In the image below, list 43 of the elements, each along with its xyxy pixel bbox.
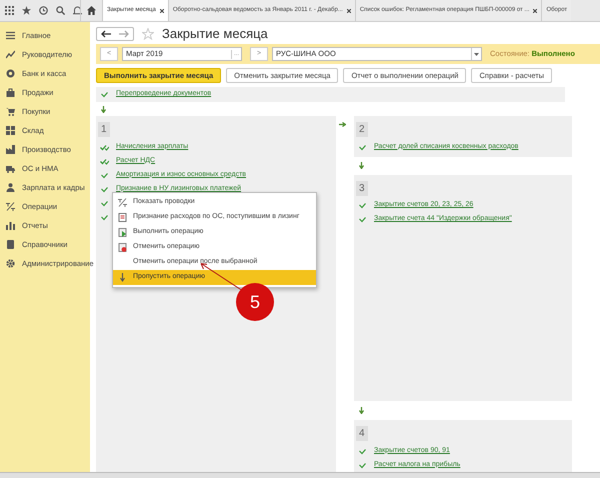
check-icon [100,144,109,150]
check-icon [358,144,367,150]
down-arrow-icon [359,406,364,414]
right-arrow-icon [339,122,346,127]
group-number: 1 [98,122,110,137]
close-icon[interactable] [160,8,164,12]
trend-icon [6,50,15,59]
group-number: 2 [356,122,368,137]
bell-icon [73,6,82,15]
close-icon[interactable] [346,8,351,12]
search-icon [56,6,65,15]
dropdown-icon [474,52,479,56]
group-number: 4 [356,426,368,441]
close-icon[interactable] [533,8,538,12]
down-arrow-icon [118,273,127,282]
cart-icon [6,107,15,116]
document-cancel-icon [118,243,127,252]
home-icon [87,6,96,15]
book-icon [6,240,15,249]
grid-icon [6,126,15,135]
group-number: 3 [356,180,368,196]
coin-icon [6,69,15,78]
down-arrow-icon [359,162,364,170]
history-icon [39,6,48,15]
debit-credit-icon [6,202,15,211]
bar-chart-icon [6,221,15,230]
debit-credit-icon [118,198,127,207]
apps-icon [5,6,14,15]
page-title: Закрытие месяца [162,25,268,44]
bag-icon [6,88,15,97]
truck-icon [6,164,15,173]
star-icon [22,6,31,15]
check-icon [100,158,109,164]
document-icon [118,213,127,222]
star-outline-icon [142,28,154,40]
document-run-icon [118,228,127,237]
settings-icon [6,259,15,268]
navigation-buttons[interactable] [96,27,134,41]
check-icon [100,91,109,98]
menu-icon [6,31,15,40]
factory-icon [6,145,15,154]
person-icon [6,183,15,192]
down-arrow-icon [101,106,106,112]
